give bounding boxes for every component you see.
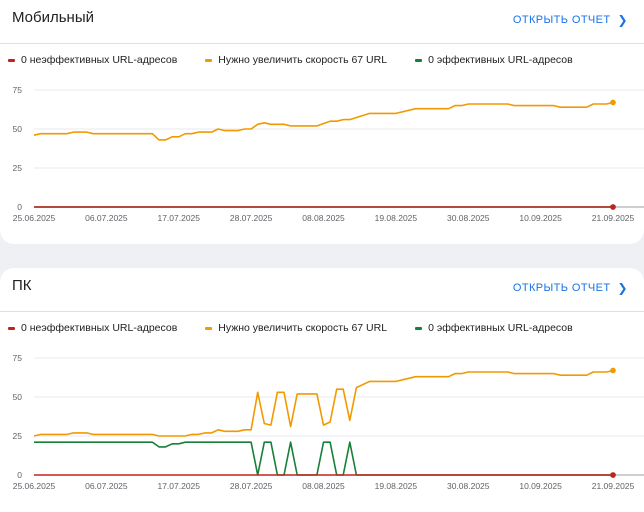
- x-tick-label: 21.09.2025: [592, 213, 635, 223]
- legend-item-good[interactable]: 0 эффективных URL-адресов: [415, 54, 573, 66]
- open-report-label: ОТКРЫТЬ ОТЧЕТ: [512, 282, 611, 294]
- pc-card: ПК ОТКРЫТЬ ОТЧЕТ ❯ 0 неэффективных URL-а…: [0, 268, 644, 512]
- legend-label: 0 неэффективных URL-адресов: [21, 322, 178, 334]
- legend-item-good[interactable]: 0 эффективных URL-адресов: [415, 322, 573, 334]
- series-line: [33, 369, 614, 437]
- open-report-label: ОТКРЫТЬ ОТЧЕТ: [512, 14, 611, 26]
- divider: [0, 43, 644, 44]
- y-tick-label: 50: [13, 392, 23, 402]
- card-title-pc: ПК: [12, 277, 32, 294]
- y-tick-label: 0: [17, 470, 22, 480]
- legend-label: 0 эффективных URL-адресов: [428, 54, 573, 66]
- legend-label: Нужно увеличить скорость 67 URL: [218, 322, 388, 334]
- x-tick-label: 28.07.2025: [230, 481, 273, 491]
- x-tick-label: 19.08.2025: [375, 213, 418, 223]
- x-tick-label: 25.06.2025: [13, 213, 56, 223]
- x-tick-label: 06.07.2025: [85, 481, 128, 491]
- series-line: [33, 101, 614, 141]
- legend-pc: 0 неэффективных URL-адресов Нужно увелич…: [8, 322, 601, 334]
- y-tick-label: 75: [13, 85, 23, 95]
- y-tick-label: 0: [17, 202, 22, 212]
- y-tick-label: 25: [13, 163, 23, 173]
- x-tick-label: 08.08.2025: [302, 213, 345, 223]
- card-title-mobile: Мобильный: [12, 9, 94, 26]
- x-tick-label: 17.07.2025: [157, 481, 200, 491]
- legend-item-needs-improvement[interactable]: Нужно увеличить скорость 67 URL: [205, 322, 387, 334]
- legend-swatch: [8, 58, 15, 62]
- x-tick-label: 21.09.2025: [592, 481, 635, 491]
- series-end-point: [610, 99, 616, 106]
- legend-label: 0 эффективных URL-адресов: [428, 322, 573, 334]
- x-tick-label: 08.08.2025: [302, 481, 345, 491]
- x-tick-label: 10.09.2025: [519, 213, 562, 223]
- legend-label: 0 неэффективных URL-адресов: [21, 54, 178, 66]
- y-tick-label: 75: [13, 353, 23, 363]
- y-tick-label: 50: [13, 124, 23, 134]
- legend-swatch: [415, 58, 423, 62]
- line-chart-pc: 0 25 50 75 25.06.2025 06.07.2025 17.07.2025 28.…: [13, 353, 644, 491]
- x-tick-label: 10.09.2025: [519, 481, 562, 491]
- legend-item-poor[interactable]: 0 неэффективных URL-адресов: [8, 322, 177, 334]
- mobile-card: Мобильный ОТКРЫТЬ ОТЧЕТ ❯ 0 неэффективны…: [0, 0, 644, 244]
- legend-label: Нужно увеличить скорость 67 URL: [218, 54, 388, 66]
- x-tick-label: 30.08.2025: [447, 213, 490, 223]
- open-report-link-pc[interactable]: ОТКРЫТЬ ОТЧЕТ ❯: [513, 281, 628, 295]
- legend-swatch: [205, 326, 213, 330]
- chevron-right-icon: ❯: [617, 281, 628, 295]
- x-tick-label: 28.07.2025: [230, 213, 273, 223]
- series-end-point: [610, 367, 616, 374]
- x-tick-label: 30.08.2025: [447, 481, 490, 491]
- x-tick-label: 19.08.2025: [375, 481, 418, 491]
- legend-swatch: [205, 58, 213, 62]
- divider: [0, 311, 644, 312]
- legend-item-needs-improvement[interactable]: Нужно увеличить скорость 67 URL: [205, 54, 387, 66]
- series-end-point: [610, 472, 616, 478]
- legend-swatch: [415, 326, 423, 330]
- legend-item-poor[interactable]: 0 неэффективных URL-адресов: [8, 54, 177, 66]
- y-tick-label: 25: [13, 431, 23, 441]
- x-tick-label: 17.07.2025: [157, 213, 200, 223]
- series-end-point: [610, 204, 616, 210]
- x-tick-label: 25.06.2025: [13, 481, 56, 491]
- chevron-right-icon: ❯: [617, 13, 628, 27]
- open-report-link-mobile[interactable]: ОТКРЫТЬ ОТЧЕТ ❯: [513, 13, 628, 27]
- x-tick-label: 06.07.2025: [85, 213, 128, 223]
- series-line: [34, 441, 613, 476]
- legend-mobile: 0 неэффективных URL-адресов Нужно увелич…: [8, 54, 601, 66]
- line-chart-mobile: 0 25 50 75 25.06.2025 06.07.2025 17.07.2025 28.…: [13, 85, 644, 223]
- legend-swatch: [8, 326, 15, 330]
